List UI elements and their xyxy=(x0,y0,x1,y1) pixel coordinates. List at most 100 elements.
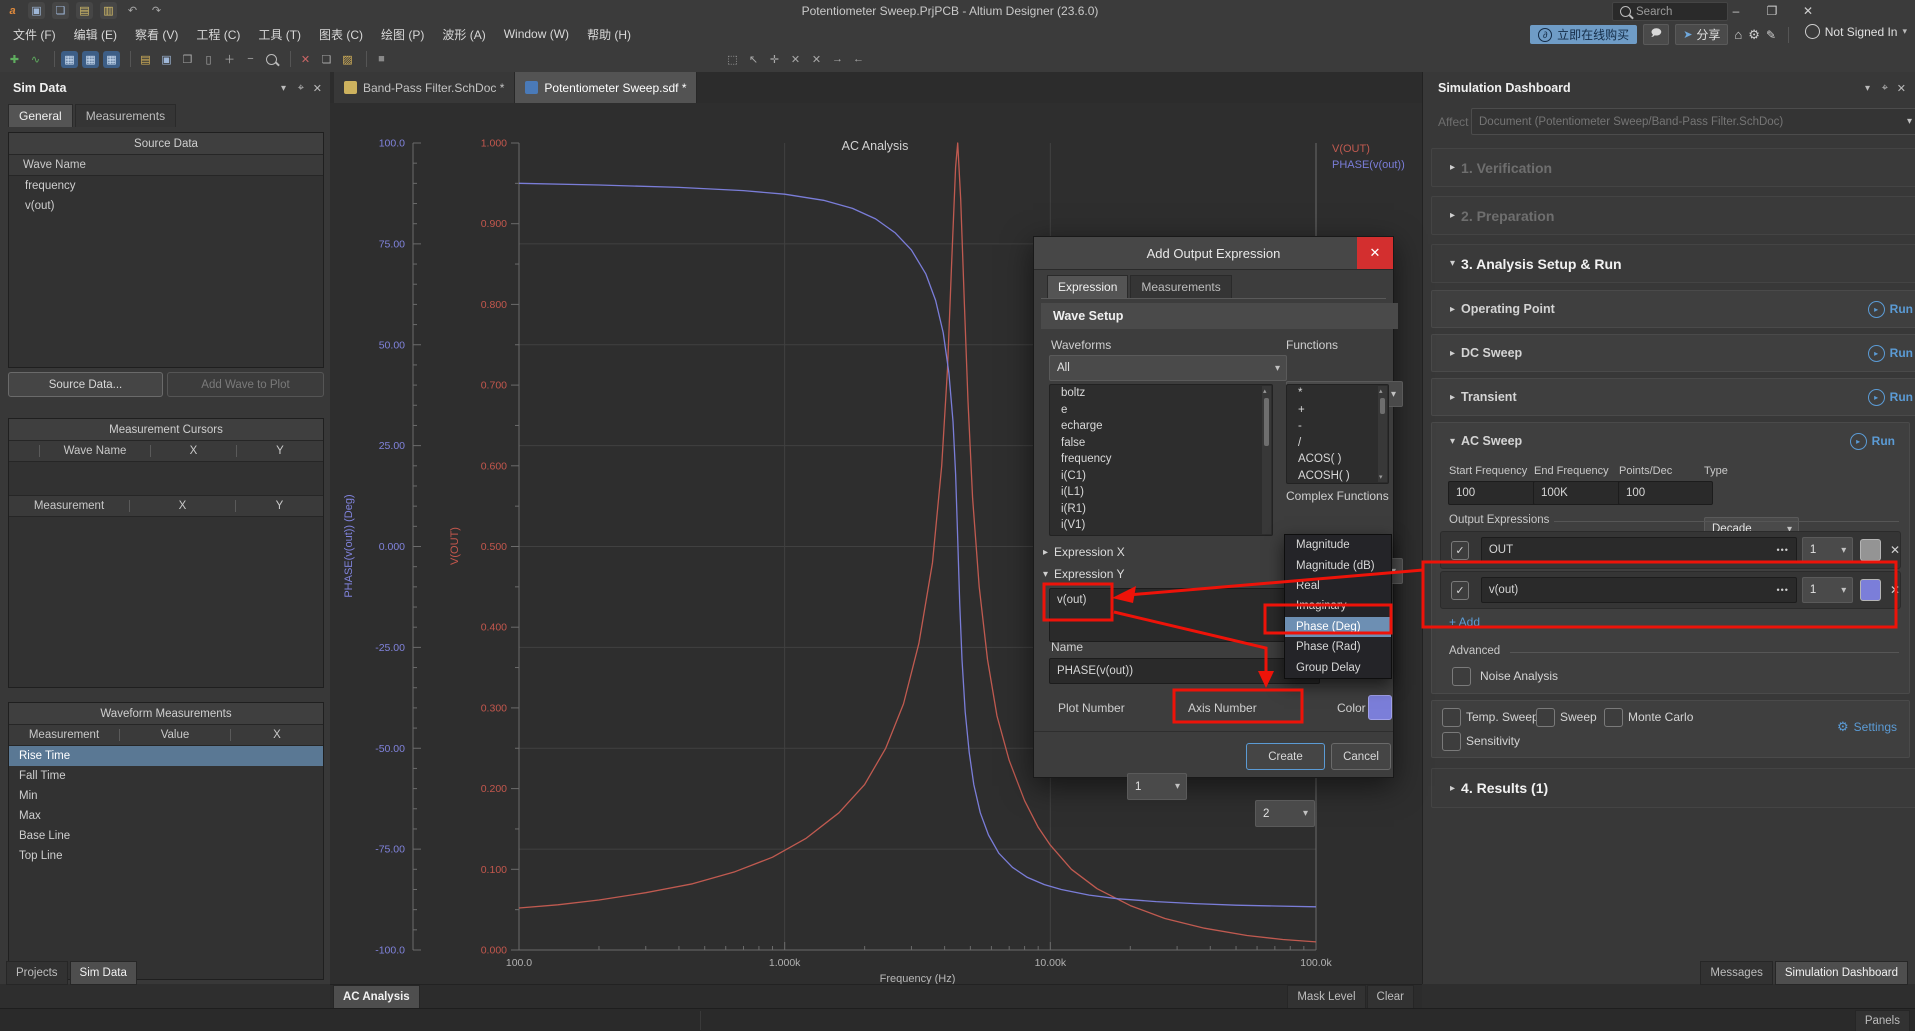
settings-gear-icon[interactable]: ⚙ xyxy=(1748,27,1760,43)
waveform-item[interactable]: frequency xyxy=(1050,451,1272,468)
plot-number-dropdown[interactable]: 1 xyxy=(1802,577,1853,603)
section-results[interactable]: 4. Results (1) xyxy=(1431,768,1915,808)
expression-checkbox[interactable] xyxy=(1451,541,1469,560)
expression-field[interactable]: v(out) xyxy=(1481,577,1797,603)
menu-option[interactable]: Phase (Rad) xyxy=(1285,637,1391,657)
ac-sweep-header[interactable]: AC Sweep ▸Run xyxy=(1432,423,1909,459)
buy-online-button[interactable]: ∂ 立即在线购买 xyxy=(1530,25,1637,44)
waveform-item[interactable]: boltz xyxy=(1050,385,1272,402)
signin-menu[interactable]: Not Signed In ▾ xyxy=(1805,24,1907,39)
menu-item[interactable]: 绘图 (P) xyxy=(372,22,433,46)
open-folder-icon[interactable]: ▤ xyxy=(137,51,154,68)
pin-icon[interactable]: ⌖ xyxy=(298,82,304,95)
menu-option[interactable]: Magnitude xyxy=(1285,535,1391,555)
section-verification[interactable]: 1. Verification xyxy=(1431,148,1915,187)
delete-all-icon[interactable]: ✕ xyxy=(808,51,825,68)
add-wave-button[interactable]: Add Wave to Plot xyxy=(167,372,324,397)
expression-y-field[interactable]: v(out) xyxy=(1049,588,1287,642)
run-operating-point[interactable]: ▸Run xyxy=(1868,301,1913,318)
tab-sim-data[interactable]: Sim Data xyxy=(70,961,137,985)
sim-chip-icon[interactable]: ▦ xyxy=(61,51,78,68)
scroll-up-icon[interactable]: ▴ xyxy=(1379,387,1383,395)
points-dec-field[interactable]: 100 xyxy=(1618,481,1713,505)
wave-row[interactable]: frequency xyxy=(9,176,323,196)
close-button[interactable]: ✕ xyxy=(1790,0,1826,22)
open-icon[interactable]: ▤ xyxy=(76,2,93,19)
zoom-out-icon[interactable]: − xyxy=(242,51,259,68)
menu-item[interactable]: 波形 (A) xyxy=(433,22,494,46)
measurement-row[interactable]: Rise Time xyxy=(9,746,323,766)
tab-expression[interactable]: Expression xyxy=(1047,275,1128,298)
probe-icon[interactable]: ✚ xyxy=(6,51,23,68)
measurement-row[interactable]: Base Line xyxy=(9,826,323,846)
altium-logo-icon[interactable]: a xyxy=(4,2,21,19)
waveform-item[interactable]: i(R1) xyxy=(1050,501,1272,518)
measurement-row[interactable]: Fall Time xyxy=(9,766,323,786)
sim-chip3-icon[interactable]: ▦ xyxy=(103,51,120,68)
more-button[interactable] xyxy=(1776,544,1788,556)
save-all-icon[interactable]: ❏ xyxy=(52,2,69,19)
settings-link[interactable]: ⚙Settings xyxy=(1837,719,1897,735)
redo-icon[interactable]: ↷ xyxy=(148,2,165,19)
probe-delta-icon[interactable]: ∿ xyxy=(27,51,44,68)
zoom-area-icon[interactable] xyxy=(263,51,280,68)
share-button[interactable]: ➤ 分享 xyxy=(1675,24,1728,45)
save-doc-icon[interactable]: ▣ xyxy=(158,51,175,68)
edit-pencil-icon[interactable]: ✎ xyxy=(1766,28,1776,42)
menu-option[interactable]: Real xyxy=(1285,576,1391,596)
zoom-in-icon[interactable]: ＋ xyxy=(221,51,238,68)
noise-analysis-checkbox[interactable] xyxy=(1452,667,1471,686)
menu-item[interactable]: 图表 (C) xyxy=(310,22,372,46)
section-preparation[interactable]: 2. Preparation xyxy=(1431,196,1915,235)
tab-simulation-dashboard[interactable]: Simulation Dashboard xyxy=(1775,961,1908,985)
run-ac-sweep[interactable]: ▸Run xyxy=(1850,433,1895,450)
panel-close-icon[interactable]: ✕ xyxy=(1897,82,1906,95)
sensitivity-checkbox[interactable] xyxy=(1442,732,1461,751)
scroll-down-icon[interactable]: ▾ xyxy=(1379,473,1383,481)
function-item[interactable]: / xyxy=(1287,435,1388,452)
panel-menu-icon[interactable]: ▾ xyxy=(281,83,286,94)
waveform-item[interactable]: i(L1) xyxy=(1050,484,1272,501)
copy-icon[interactable]: ❏ xyxy=(318,51,335,68)
tab-projects[interactable]: Projects xyxy=(6,961,68,985)
expression-checkbox[interactable] xyxy=(1451,581,1469,600)
waveform-item[interactable]: false xyxy=(1050,435,1272,452)
menu-option[interactable]: Phase (Deg) xyxy=(1285,617,1391,637)
function-item[interactable]: - xyxy=(1287,418,1388,435)
cross-cursor-icon[interactable]: ✛ xyxy=(766,51,783,68)
cursor-icon[interactable]: ↖ xyxy=(745,51,762,68)
tab-schdoc[interactable]: Band-Pass Filter.SchDoc * xyxy=(334,72,515,103)
tab-ac-analysis[interactable]: AC Analysis xyxy=(333,985,420,1010)
card-dc-sweep[interactable]: DC Sweep ▸Run xyxy=(1431,334,1915,372)
menu-item[interactable]: 编辑 (E) xyxy=(65,22,126,46)
expression-y-section[interactable]: Expression Y xyxy=(1043,567,1125,581)
paste-icon[interactable]: ▨ xyxy=(339,51,356,68)
function-item[interactable]: ACOS( ) xyxy=(1287,451,1388,468)
expression-field[interactable]: OUT xyxy=(1481,537,1797,563)
affect-dropdown[interactable]: Document (Potentiometer Sweep/Band-Pass … xyxy=(1471,108,1915,135)
run-dc-sweep[interactable]: ▸Run xyxy=(1868,345,1913,362)
page-icon[interactable]: ▯ xyxy=(200,51,217,68)
menu-item[interactable]: 察看 (V) xyxy=(126,22,187,46)
source-data-button[interactable]: Source Data... xyxy=(8,372,163,397)
comment-button[interactable]: 🗩 xyxy=(1643,24,1669,45)
functions-scrollbar[interactable]: ▴ ▾ xyxy=(1378,386,1387,482)
section-analysis[interactable]: 3. Analysis Setup & Run xyxy=(1431,244,1915,283)
menu-item[interactable]: 文件 (F) xyxy=(4,22,65,46)
create-button[interactable]: Create xyxy=(1246,743,1325,770)
wave-row[interactable]: v(out) xyxy=(9,196,323,216)
menu-option[interactable]: Imaginary xyxy=(1285,596,1391,616)
name-field[interactable]: PHASE(v(out)) xyxy=(1049,658,1320,684)
waveforms-scrollbar[interactable]: ▴ xyxy=(1262,386,1271,534)
search-box[interactable]: Search xyxy=(1612,2,1728,21)
cut-icon[interactable]: ✕ xyxy=(297,51,314,68)
menu-item[interactable]: 工具 (T) xyxy=(249,22,310,46)
panel-menu-icon[interactable]: ▾ xyxy=(1865,83,1870,94)
pan-left-icon[interactable]: ← xyxy=(850,51,867,68)
measurement-row[interactable]: Max xyxy=(9,806,323,826)
sim-chip2-icon[interactable]: ▦ xyxy=(82,51,99,68)
dialog-close-button[interactable]: ✕ xyxy=(1357,237,1393,269)
temp-sweep-checkbox[interactable] xyxy=(1442,708,1461,727)
function-item[interactable]: ACOSH( ) xyxy=(1287,468,1388,485)
plot-number-dropdown[interactable]: 1 xyxy=(1127,773,1187,800)
